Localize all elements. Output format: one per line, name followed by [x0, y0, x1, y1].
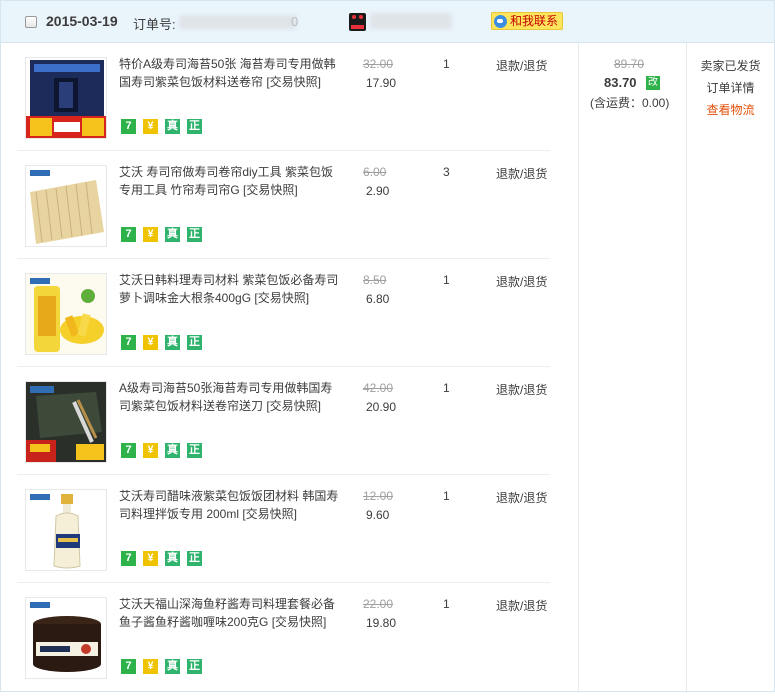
- unit-price: 2.90: [366, 184, 390, 198]
- genuine-icon[interactable]: 真: [165, 227, 180, 242]
- original-price: 32.00: [363, 57, 394, 71]
- order-detail-link[interactable]: 订单详情: [687, 79, 774, 96]
- order-status-column: 卖家已发货 订单详情 查看物流: [687, 43, 774, 693]
- unit-price: 20.90: [366, 400, 397, 414]
- order-item-row: 特价A级寿司海苔50张 海苔寿司专用做韩国寿司紫菜包饭材料送卷帘 [交易快照] …: [1, 43, 578, 151]
- order-number-redacted: [179, 15, 297, 29]
- rmb-guarantee-icon[interactable]: ¥: [143, 119, 158, 134]
- unit-price: 6.80: [366, 292, 390, 306]
- view-logistics-link[interactable]: 查看物流: [687, 101, 774, 118]
- product-title-link[interactable]: 特价A级寿司海苔50张 海苔寿司专用做韩国寿司紫菜包饭材料送卷帘 [交易快照]: [119, 55, 344, 91]
- order-select-checkbox[interactable]: [25, 16, 37, 28]
- order-item-row: 艾沃日韩料理寿司材料 紫菜包饭必备寿司萝卜调味金大根条400gG [交易快照] …: [1, 259, 578, 367]
- total-original-price: 89.70: [614, 57, 645, 71]
- quantity: 1: [443, 489, 450, 503]
- seven-day-return-icon[interactable]: 7: [121, 227, 136, 242]
- original-price: 6.00: [363, 165, 387, 179]
- refund-return-link[interactable]: 退款/退货: [496, 273, 547, 290]
- order-number-label: 订单号:: [133, 17, 176, 32]
- genuine-icon[interactable]: 真: [165, 119, 180, 134]
- order-item-row: A级寿司海苔50张海苔寿司专用做韩国寿司紫菜包饭材料送卷帘送刀 [交易快照] 7…: [1, 367, 578, 475]
- authentic-icon[interactable]: 正: [187, 659, 202, 674]
- authentic-icon[interactable]: 正: [187, 227, 202, 242]
- authentic-icon[interactable]: 正: [187, 119, 202, 134]
- refund-return-link[interactable]: 退款/退货: [496, 489, 547, 506]
- seven-day-return-icon[interactable]: 7: [121, 659, 136, 674]
- tmall-shop-icon[interactable]: [349, 13, 366, 31]
- product-thumbnail[interactable]: [25, 165, 107, 247]
- service-badges: 7 ¥ 真正: [121, 551, 209, 569]
- product-title-link[interactable]: 艾沃日韩料理寿司材料 紫菜包饭必备寿司萝卜调味金大根条400gG [交易快照]: [119, 271, 344, 307]
- quantity: 1: [443, 381, 450, 395]
- product-thumbnail[interactable]: [25, 381, 107, 463]
- product-thumbnail[interactable]: [25, 489, 107, 571]
- authentic-icon[interactable]: 正: [187, 335, 202, 350]
- genuine-icon[interactable]: 真: [165, 443, 180, 458]
- order-total-column: 89.70 83.70 改 (含运费：0.00): [579, 43, 686, 693]
- contact-seller-button[interactable]: 和我联系: [491, 12, 564, 30]
- order-item-row: 艾沃 寿司帘做寿司卷帘diy工具 紫菜包饭专用工具 竹帘寿司帘G [交易快照] …: [1, 151, 578, 259]
- quantity: 1: [443, 273, 450, 287]
- service-badges: 7 ¥ 真正: [121, 335, 209, 353]
- price-changed-icon: 改: [646, 76, 660, 90]
- product-thumbnail[interactable]: [25, 57, 107, 139]
- rmb-guarantee-icon[interactable]: ¥: [143, 659, 158, 674]
- refund-return-link[interactable]: 退款/退货: [496, 381, 547, 398]
- seven-day-return-icon[interactable]: 7: [121, 335, 136, 350]
- unit-price: 17.90: [366, 76, 397, 90]
- order-header: 2015-03-19 订单号: 0 和我联系: [1, 1, 774, 43]
- authentic-icon[interactable]: 正: [187, 443, 202, 458]
- service-badges: 7 ¥ 真正: [121, 119, 209, 137]
- refund-return-link[interactable]: 退款/退货: [496, 597, 547, 614]
- rmb-guarantee-icon[interactable]: ¥: [143, 551, 158, 566]
- unit-price: 9.60: [366, 508, 390, 522]
- rmb-guarantee-icon[interactable]: ¥: [143, 227, 158, 242]
- product-thumbnail[interactable]: [25, 273, 107, 355]
- shop-name-redacted[interactable]: [370, 13, 452, 29]
- quantity: 1: [443, 57, 450, 71]
- original-price: 22.00: [363, 597, 394, 611]
- seven-day-return-icon[interactable]: 7: [121, 119, 136, 134]
- service-badges: 7 ¥ 真正: [121, 227, 209, 245]
- total-paid-price: 83.70: [604, 75, 637, 90]
- product-thumbnail[interactable]: [25, 597, 107, 679]
- seven-day-return-icon[interactable]: 7: [121, 443, 136, 458]
- genuine-icon[interactable]: 真: [165, 335, 180, 350]
- original-price: 12.00: [363, 489, 394, 503]
- refund-return-link[interactable]: 退款/退货: [496, 57, 547, 74]
- seven-day-return-icon[interactable]: 7: [121, 551, 136, 566]
- order-status: 卖家已发货: [700, 59, 761, 73]
- shipping-fee: (含运费：0.00): [590, 96, 670, 110]
- service-badges: 7 ¥ 真正: [121, 659, 209, 677]
- product-title-link[interactable]: 艾沃天福山深海鱼籽酱寿司料理套餐必备鱼子酱鱼籽酱咖喱味200克G [交易快照]: [119, 595, 344, 631]
- order-number-tail: 0: [291, 14, 299, 29]
- genuine-icon[interactable]: 真: [165, 659, 180, 674]
- product-title-link[interactable]: 艾沃寿司醋味液紫菜包饭饭团材料 韩国寿司料理拌饭专用 200ml [交易快照]: [119, 487, 344, 523]
- refund-return-link[interactable]: 退款/退货: [496, 165, 547, 182]
- rmb-guarantee-icon[interactable]: ¥: [143, 443, 158, 458]
- chat-icon: [494, 15, 507, 28]
- service-badges: 7 ¥ 真正: [121, 443, 209, 461]
- product-title-link[interactable]: 艾沃 寿司帘做寿司卷帘diy工具 紫菜包饭专用工具 竹帘寿司帘G [交易快照]: [119, 163, 344, 199]
- genuine-icon[interactable]: 真: [165, 551, 180, 566]
- unit-price: 19.80: [366, 616, 397, 630]
- order-item-row: 艾沃天福山深海鱼籽酱寿司料理套餐必备鱼子酱鱼籽酱咖喱味200克G [交易快照] …: [1, 583, 578, 691]
- quantity: 1: [443, 597, 450, 611]
- quantity: 3: [443, 165, 450, 179]
- product-title-link[interactable]: A级寿司海苔50张海苔寿司专用做韩国寿司紫菜包饭材料送卷帘送刀 [交易快照]: [119, 379, 344, 415]
- authentic-icon[interactable]: 正: [187, 551, 202, 566]
- order-card: 2015-03-19 订单号: 0 和我联系 特价A级寿司海苔50张 海苔寿司专…: [0, 0, 775, 693]
- original-price: 8.50: [363, 273, 387, 287]
- rmb-guarantee-icon[interactable]: ¥: [143, 335, 158, 350]
- order-date: 2015-03-19: [46, 13, 118, 29]
- original-price: 42.00: [363, 381, 394, 395]
- contact-seller-label: 和我联系: [510, 14, 559, 28]
- order-item-row: 艾沃寿司醋味液紫菜包饭饭团材料 韩国寿司料理拌饭专用 200ml [交易快照] …: [1, 475, 578, 583]
